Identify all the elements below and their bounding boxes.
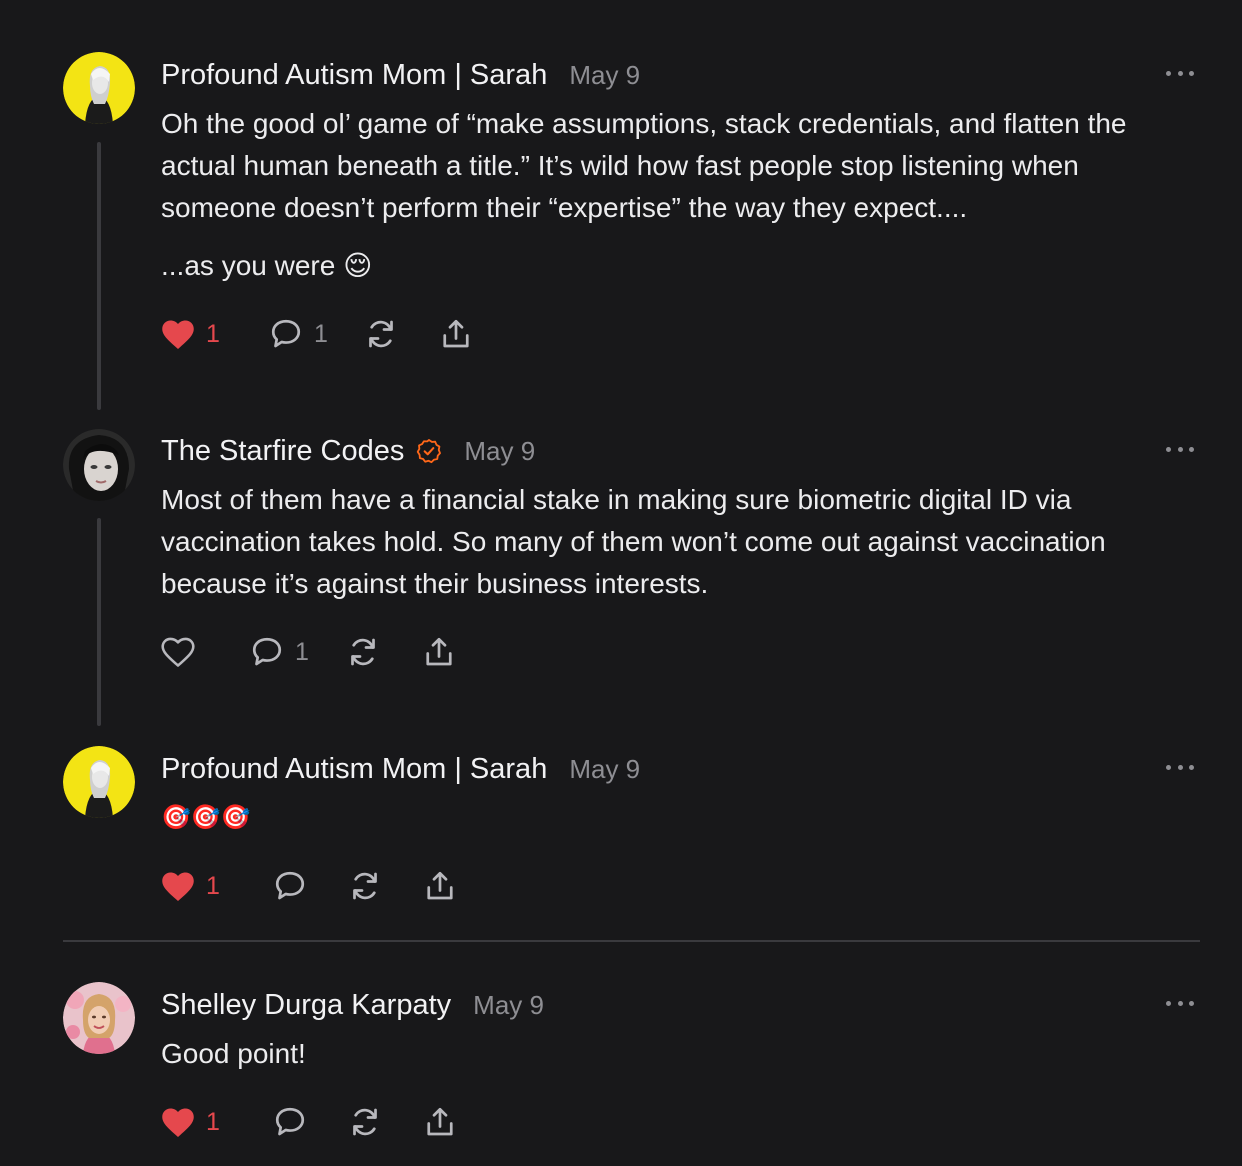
- comment-header: Profound Autism Mom | Sarah May 9: [161, 56, 640, 94]
- author-name[interactable]: Profound Autism Mom | Sarah: [161, 59, 547, 92]
- comment-icon: [252, 637, 282, 666]
- share-button[interactable]: [438, 316, 474, 352]
- share-button[interactable]: [422, 1104, 458, 1140]
- comment-paragraph: 🎯🎯🎯: [161, 804, 251, 831]
- heart-icon: [161, 637, 195, 667]
- like-button[interactable]: 1: [160, 317, 268, 351]
- more-icon[interactable]: [1166, 68, 1194, 78]
- restack-button[interactable]: [347, 1104, 422, 1140]
- comment-body: Oh the good ol’ game of “make assumption…: [161, 103, 1201, 287]
- share-button[interactable]: [421, 634, 457, 670]
- comment-paragraph: ...as you were 😌: [161, 250, 373, 281]
- like-count: 1: [206, 871, 220, 900]
- more-icon[interactable]: [1166, 998, 1194, 1008]
- restack-icon: [351, 638, 375, 666]
- comment-date[interactable]: May 9: [473, 990, 544, 1021]
- like-count: 1: [206, 1107, 220, 1136]
- comment-paragraph: Oh the good ol’ game of “make assumption…: [161, 108, 1127, 223]
- reply-button[interactable]: 1: [268, 316, 363, 352]
- comment-actions: 1: [160, 632, 457, 672]
- comment-actions: 1: [160, 1102, 458, 1142]
- reply-count: 1: [295, 637, 309, 666]
- comment-header: The Starfire Codes May 9: [161, 432, 535, 470]
- comment-icon: [275, 1107, 305, 1136]
- comment-body: Good point!: [161, 1033, 1201, 1075]
- comment-paragraph: Good point!: [161, 1038, 306, 1069]
- restack-icon: [353, 1108, 377, 1136]
- reply-button[interactable]: [272, 868, 347, 904]
- heart-icon: [162, 872, 194, 901]
- comment-icon: [271, 319, 301, 348]
- restack-button[interactable]: [347, 868, 422, 904]
- comment-actions: 1: [160, 866, 458, 906]
- comment-body: 🎯🎯🎯: [161, 797, 1201, 839]
- share-icon: [443, 319, 469, 348]
- comment-header: Profound Autism Mom | Sarah May 9: [161, 750, 640, 788]
- restack-button[interactable]: [345, 634, 421, 670]
- reply-count: 1: [314, 319, 328, 348]
- comment-header: Shelley Durga Karpaty May 9: [161, 986, 544, 1024]
- share-icon: [427, 871, 453, 900]
- avatar[interactable]: [63, 982, 135, 1054]
- comment-paragraph: Most of them have a financial stake in m…: [161, 484, 1106, 599]
- share-button[interactable]: [422, 868, 458, 904]
- restack-icon: [369, 320, 393, 348]
- restack-icon: [353, 872, 377, 900]
- author-name[interactable]: Shelley Durga Karpaty: [161, 989, 451, 1022]
- like-button[interactable]: 1: [160, 869, 272, 903]
- heart-icon: [162, 1108, 194, 1137]
- comment-date[interactable]: May 9: [569, 754, 640, 785]
- divider: [63, 940, 1200, 942]
- like-button[interactable]: 1: [160, 1105, 272, 1139]
- author-name[interactable]: The Starfire Codes: [161, 435, 404, 468]
- avatar[interactable]: [63, 746, 135, 818]
- more-icon[interactable]: [1166, 762, 1194, 772]
- thread-line: [97, 518, 101, 726]
- verified-icon: [416, 438, 442, 464]
- reply-button[interactable]: 1: [249, 634, 345, 670]
- avatar[interactable]: [63, 52, 135, 124]
- more-icon[interactable]: [1166, 444, 1194, 454]
- comment-date[interactable]: May 9: [569, 60, 640, 91]
- like-button[interactable]: [160, 635, 249, 669]
- heart-icon: [162, 320, 194, 349]
- avatar[interactable]: [63, 429, 135, 501]
- share-icon: [427, 1107, 453, 1136]
- restack-button[interactable]: [363, 316, 438, 352]
- like-count: 1: [206, 319, 220, 348]
- share-icon: [426, 637, 452, 666]
- reply-button[interactable]: [272, 1104, 347, 1140]
- comment-actions: 1 1: [160, 314, 474, 354]
- comment-icon: [275, 871, 305, 900]
- author-name[interactable]: Profound Autism Mom | Sarah: [161, 753, 547, 786]
- comment-date[interactable]: May 9: [464, 436, 535, 467]
- comment-body: Most of them have a financial stake in m…: [161, 479, 1181, 605]
- thread-line: [97, 142, 101, 410]
